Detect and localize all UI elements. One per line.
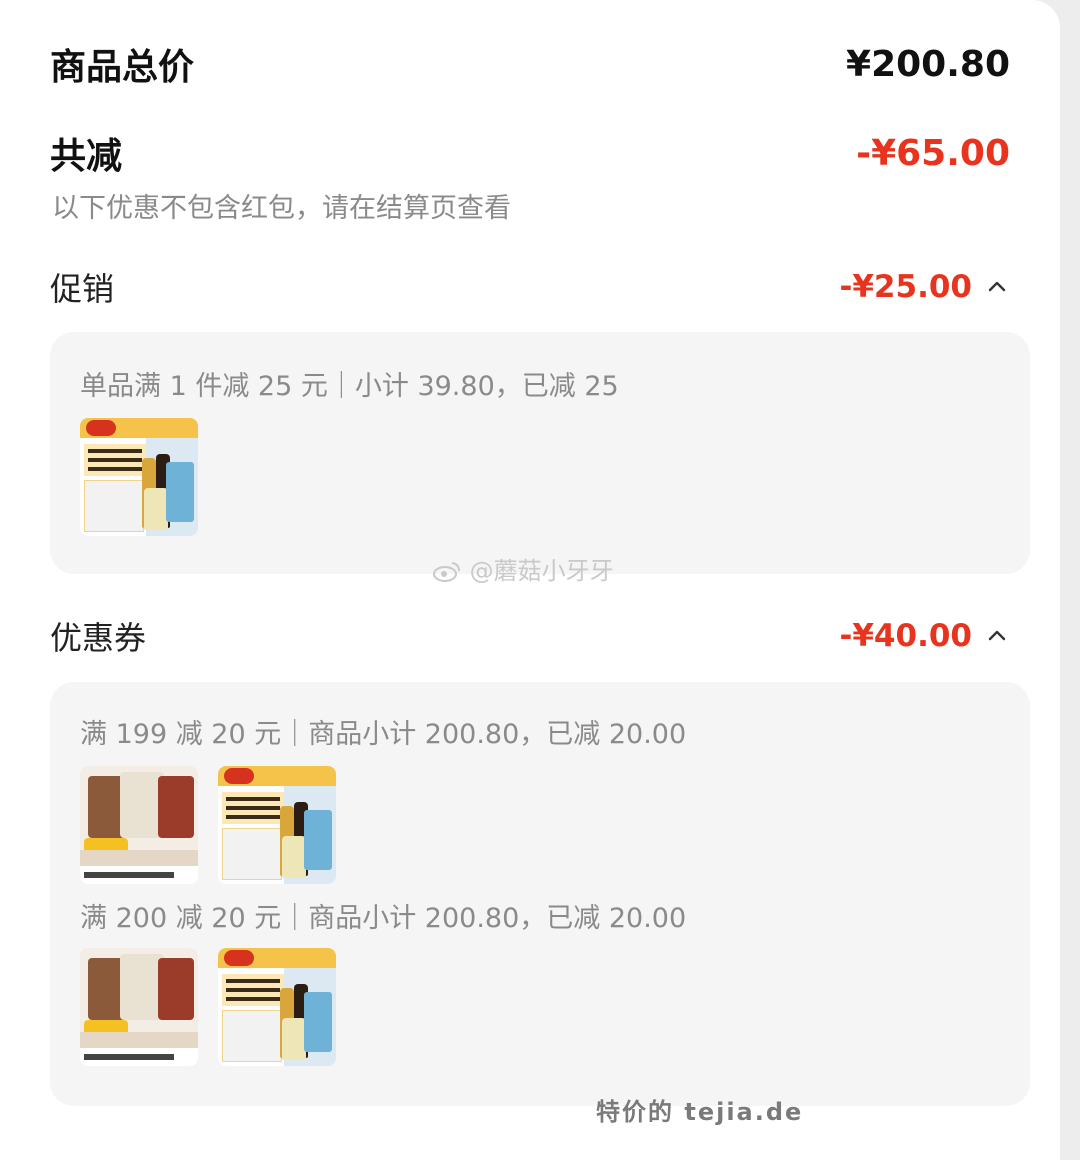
promotion-panel: 单品满 1 件减 25 元｜小计 39.80，已减 25: [50, 332, 1030, 574]
weibo-icon: [433, 562, 460, 582]
product-thumb-beef-snack[interactable]: [80, 766, 198, 884]
promotion-label: 促销: [50, 270, 115, 308]
discount-detail-card: 商品总价 ¥200.80 共减 -¥65.00 以下优惠不包含红包，请在结算页查…: [0, 0, 1060, 1160]
discount-note: 以下优惠不包含红包，请在结算页查看: [52, 193, 511, 224]
product-thumb-beef-snack[interactable]: [80, 948, 198, 1066]
coupon-rule: 满 199 减 20 元｜商品小计 200.80，已减 20.00: [80, 719, 687, 750]
total-price-row: 商品总价 ¥200.80: [50, 38, 1010, 90]
promotion-header[interactable]: 促销 -¥25.00: [50, 264, 1010, 310]
watermark-text: @蘑菇小牙牙: [469, 557, 614, 585]
total-discount-value: -¥65.00: [856, 132, 1010, 174]
chevron-up-icon[interactable]: [984, 274, 1010, 300]
total-price-value: ¥200.80: [846, 43, 1010, 85]
coupon-header[interactable]: 优惠券 -¥40.00: [50, 613, 1010, 659]
footer-watermark: 特价的 tejia.de: [596, 1098, 804, 1126]
coupon-value: -¥40.00: [839, 618, 973, 654]
coupon-panel: 满 199 减 20 元｜商品小计 200.80，已减 20.00 满 200 …: [50, 682, 1030, 1106]
product-thumb-cooking-oil[interactable]: [80, 418, 198, 536]
total-discount-row: 共减 -¥65.00: [50, 127, 1010, 179]
chevron-up-icon[interactable]: [984, 623, 1010, 649]
promotion-value: -¥25.00: [839, 269, 973, 305]
promotion-rule: 单品满 1 件减 25 元｜小计 39.80，已减 25: [80, 371, 619, 402]
product-thumb-cooking-oil[interactable]: [218, 766, 336, 884]
product-thumb-cooking-oil[interactable]: [218, 948, 336, 1066]
total-discount-label: 共减: [50, 136, 123, 177]
watermark: @蘑菇小牙牙: [432, 551, 614, 586]
coupon-label: 优惠券: [50, 619, 147, 657]
total-price-label: 商品总价: [50, 47, 195, 88]
coupon-rule: 满 200 减 20 元｜商品小计 200.80，已减 20.00: [80, 903, 687, 934]
